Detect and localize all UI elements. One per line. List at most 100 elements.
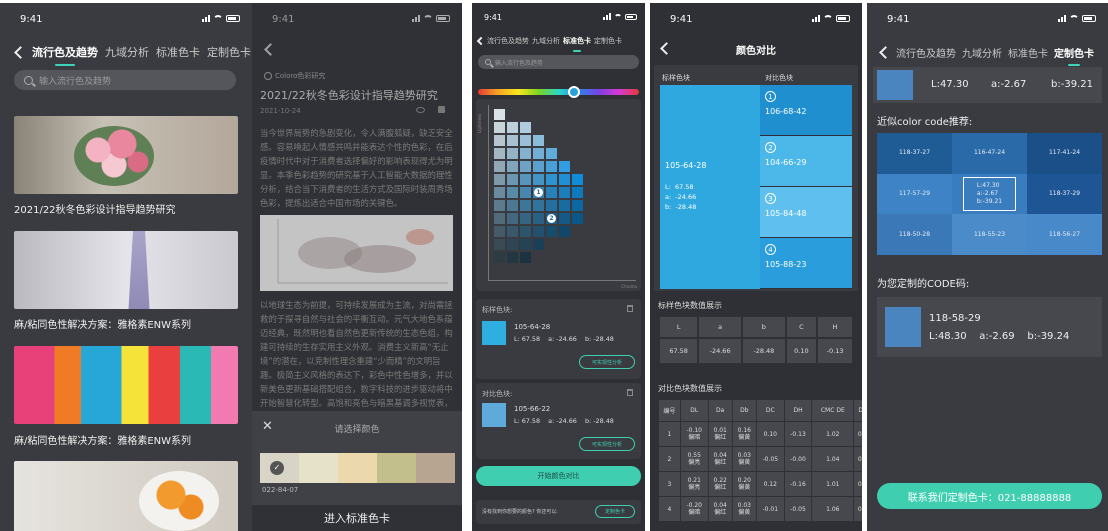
swatch-cell[interactable] — [507, 174, 518, 185]
swatch-cell[interactable] — [520, 161, 531, 172]
swatch-cell[interactable] — [494, 174, 505, 185]
tab-standard[interactable]: 标准色卡 — [563, 36, 591, 52]
card-image-fabrics[interactable] — [14, 346, 238, 424]
swatch-cell[interactable] — [494, 239, 505, 250]
similar-cell-current[interactable]: L:47.30 a:-2.67 b:-39.21 — [952, 173, 1027, 215]
swatch-cell[interactable] — [494, 187, 505, 198]
swatch-cell[interactable] — [507, 252, 518, 263]
swatch-cell[interactable] — [559, 187, 570, 198]
analysis-button[interactable]: 可实现性分析 — [579, 355, 635, 369]
lab-b[interactable]: b:-39.21 — [1051, 79, 1093, 90]
enter-standard-button[interactable]: 进入标准色卡 — [252, 505, 462, 531]
swatch-cell[interactable] — [494, 226, 505, 237]
contact-button[interactable]: 联系我们定制色卡：021-88888888 — [877, 483, 1102, 509]
swatch-cell[interactable] — [572, 174, 583, 185]
hue-slider-thumb[interactable] — [568, 86, 580, 98]
tab-analysis[interactable]: 九域分析 — [105, 44, 149, 60]
swatch-cell[interactable] — [559, 200, 570, 211]
swatch-cell[interactable] — [507, 135, 518, 146]
compare-block-item[interactable]: 4 105-88-23 — [760, 238, 852, 289]
swatch-cell[interactable] — [507, 148, 518, 159]
similar-cell[interactable]: 118-55-23 — [952, 214, 1027, 255]
custom-code-card[interactable]: 118-58-29 L:48.30 a:-2.69 b:-39.24 — [877, 297, 1102, 357]
swatch-cell[interactable] — [559, 161, 570, 172]
swatch-5[interactable] — [416, 453, 455, 483]
card-image-flowers[interactable] — [14, 116, 238, 194]
similar-cell[interactable]: 117-41-24 — [1027, 133, 1102, 174]
swatch-cell[interactable] — [533, 174, 544, 185]
card-image-food[interactable] — [14, 461, 238, 531]
swatch-cell[interactable] — [559, 226, 570, 237]
start-compare-button[interactable]: 开始颜色对比 — [476, 466, 641, 486]
swatch-4[interactable] — [377, 453, 416, 483]
similar-cell[interactable]: 116-47-24 — [952, 133, 1027, 174]
swatch-cell[interactable] — [533, 226, 544, 237]
back-icon[interactable] — [879, 46, 892, 59]
swatch-cell[interactable] — [572, 200, 583, 211]
swatch-2[interactable] — [299, 453, 338, 483]
analysis-button-2[interactable]: 可实现性分析 — [579, 437, 635, 451]
swatch-cell[interactable] — [559, 174, 570, 185]
similar-cell[interactable]: 118-37-27 — [877, 133, 952, 174]
trash-icon[interactable] — [627, 305, 633, 312]
similar-cell[interactable]: 118-56-27 — [1027, 214, 1102, 255]
tab-custom[interactable]: 定制色卡 — [594, 36, 622, 46]
compare-block-item[interactable]: 1 106-68-42 — [760, 85, 852, 136]
swatch-cell[interactable] — [520, 187, 531, 198]
swatch-cell[interactable] — [546, 174, 557, 185]
swatch-cell[interactable] — [507, 161, 518, 172]
swatch-cell[interactable] — [520, 213, 531, 224]
swatch-cell[interactable] — [494, 161, 505, 172]
tab-trends[interactable]: 流行色及趋势 — [32, 44, 98, 66]
similar-cell[interactable]: 118-37-29 — [1027, 173, 1102, 215]
swatch-cell[interactable] — [533, 213, 544, 224]
card-image-shirt[interactable] — [14, 231, 238, 309]
swatch-cell[interactable] — [533, 135, 544, 146]
swatch-cell[interactable] — [546, 200, 557, 211]
swatch-cell[interactable] — [520, 148, 531, 159]
swatch-cell[interactable] — [520, 135, 531, 146]
swatch-cell[interactable] — [559, 213, 570, 224]
swatch-cell[interactable] — [494, 213, 505, 224]
lab-L[interactable]: L:47.30 — [931, 79, 969, 90]
swatch-cell[interactable] — [507, 187, 518, 198]
compare-block-item[interactable]: 2 104-66-29 — [760, 136, 852, 187]
swatch-cell[interactable] — [520, 122, 531, 133]
swatch-cell[interactable] — [507, 122, 518, 133]
swatch-cell[interactable] — [507, 226, 518, 237]
custom-card-button[interactable]: 定制色卡 — [595, 505, 635, 518]
swatch-cell[interactable] — [572, 213, 583, 224]
back-icon[interactable] — [476, 36, 486, 46]
swatch-cell[interactable] — [546, 187, 557, 198]
tab-trends[interactable]: 流行色及趋势 — [896, 45, 956, 60]
selected-swatch-marker[interactable]: 2 — [547, 214, 556, 223]
back-icon[interactable] — [264, 43, 277, 56]
like-icon[interactable] — [438, 106, 445, 113]
selected-swatch-marker[interactable]: 1 — [534, 188, 543, 197]
tab-trends[interactable]: 流行色及趋势 — [487, 36, 529, 46]
similar-cell[interactable]: 118-50-28 — [877, 214, 952, 255]
hue-slider[interactable] — [478, 86, 639, 98]
swatch-cell[interactable] — [494, 148, 505, 159]
similar-cell[interactable]: 117-57-29 — [877, 173, 952, 215]
back-icon[interactable] — [14, 45, 27, 59]
trash-icon[interactable] — [627, 389, 633, 396]
tab-standard[interactable]: 标准色卡 — [1008, 45, 1048, 60]
swatch-cell[interactable] — [520, 200, 531, 211]
swatch-cell[interactable] — [494, 122, 505, 133]
swatch-selected[interactable]: ✓ — [260, 453, 299, 483]
swatch-3[interactable] — [338, 453, 377, 483]
tab-analysis[interactable]: 九域分析 — [532, 36, 560, 46]
swatch-cell[interactable] — [507, 200, 518, 211]
swatch-cell[interactable] — [533, 239, 544, 250]
swatch-cell[interactable] — [533, 200, 544, 211]
swatch-cell[interactable] — [546, 148, 557, 159]
tab-analysis[interactable]: 九域分析 — [962, 45, 1002, 60]
swatch-cell[interactable] — [546, 226, 557, 237]
search-input[interactable]: 输入流行色及趋势 — [478, 55, 639, 69]
swatch-cell[interactable] — [572, 187, 583, 198]
search-input[interactable]: 输入流行色及趋势 — [14, 70, 236, 90]
swatch-cell[interactable] — [507, 239, 518, 250]
compare-block-item[interactable]: 3 105-84-48 — [760, 187, 852, 238]
swatch-cell[interactable] — [494, 200, 505, 211]
